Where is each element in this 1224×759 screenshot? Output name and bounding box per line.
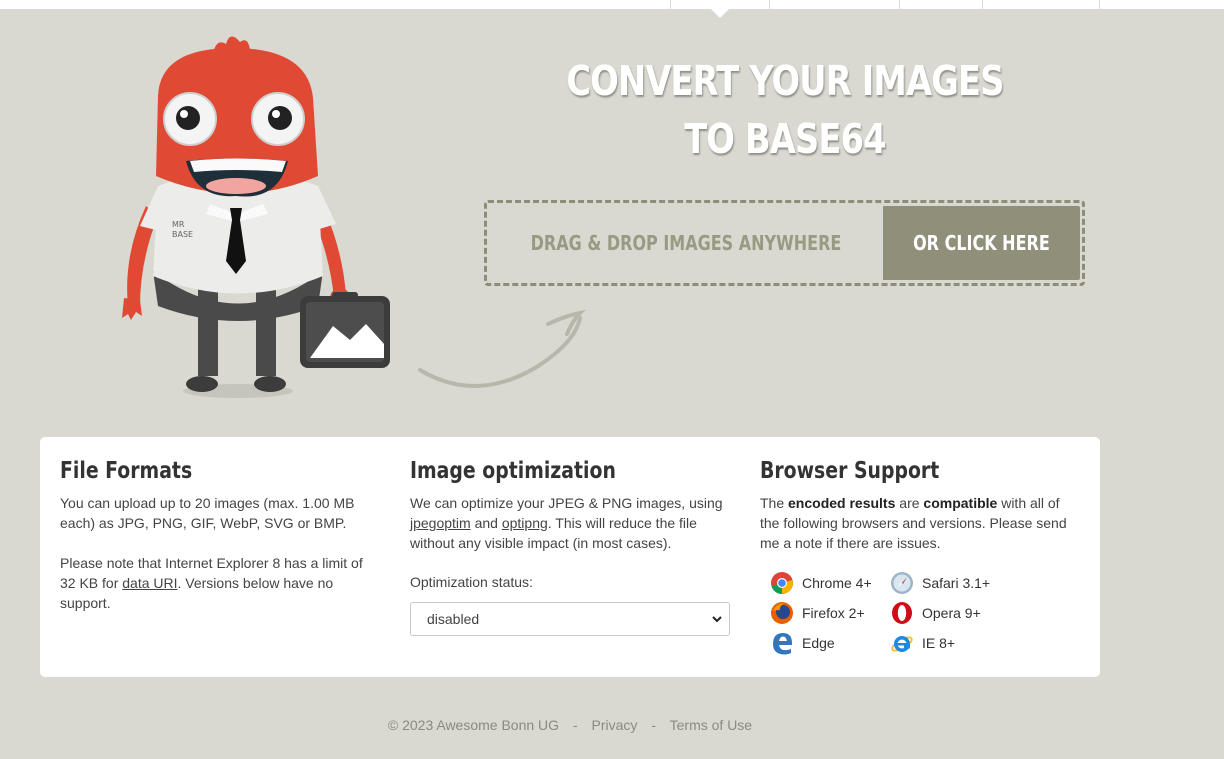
browser-support-text: The encoded results are compatible with …	[760, 495, 1067, 551]
hero-title-line1: CONVERT YOUR IMAGES	[566, 57, 1004, 105]
terms-link[interactable]: Terms of Use	[670, 717, 752, 733]
hero-title: CONVERT YOUR IMAGES TO BASE64	[539, 52, 1031, 168]
nav-tab[interactable]	[899, 0, 983, 9]
active-tab-notch	[711, 9, 729, 18]
browser-name: Edge	[802, 635, 835, 651]
file-formats-text: You can upload up to 20 images (max. 1.0…	[60, 495, 355, 531]
image-optimization-section: Image optimization We can optimize your …	[410, 457, 730, 636]
footer-separator: -	[651, 717, 656, 733]
footer-separator: -	[572, 717, 578, 733]
upload-button-label: OR CLICK HERE	[913, 231, 1050, 255]
browser-item-opera: Opera 9+	[890, 601, 981, 625]
safari-icon	[891, 572, 913, 594]
copyright-text: © 2023 Awesome Bonn UG	[387, 717, 560, 733]
browser-item-edge: Edge	[770, 631, 835, 655]
mascot-shirt-text: BASE	[172, 230, 193, 239]
nav-tab[interactable]	[982, 0, 1100, 9]
footer: © 2023 Awesome Bonn UG - Privacy - Terms…	[40, 717, 1100, 733]
mascot-illustration: MR BASE	[122, 36, 390, 398]
hero-title-line2: TO BASE64	[684, 115, 886, 163]
opera-icon	[892, 602, 912, 624]
file-formats-heading: File Formats	[60, 458, 193, 484]
browser-item-ie: IE 8+	[890, 631, 955, 655]
file-formats-section: File Formats You can upload up to 20 ima…	[60, 457, 370, 613]
browser-name: Firefox 2+	[802, 605, 865, 621]
firefox-icon	[771, 602, 793, 624]
image-optimization-heading: Image optimization	[410, 458, 616, 484]
jpegoptim-link[interactable]: jpegoptim	[410, 515, 471, 531]
browser-support-heading: Browser Support	[760, 458, 940, 484]
info-panel: File Formats You can upload up to 20 ima…	[40, 437, 1100, 677]
optipng-link[interactable]: optipng	[502, 515, 548, 531]
image-dropzone[interactable]: DRAG & DROP IMAGES ANYWHERE OR CLICK HER…	[484, 200, 1085, 286]
edge-icon	[773, 633, 792, 655]
browser-item-safari: Safari 3.1+	[890, 571, 990, 595]
browser-name: Chrome 4+	[802, 575, 872, 591]
browser-list: Chrome 4+ Safari 3.1+ Firefox 2+ Opera 9…	[760, 571, 1080, 671]
optimization-status-label: Optimization status:	[410, 574, 533, 590]
dropzone-label: DRAG & DROP IMAGES ANYWHERE	[530, 231, 842, 255]
optimization-status-value: disabled	[427, 611, 480, 627]
nav-tab[interactable]	[769, 0, 900, 9]
browser-item-firefox: Firefox 2+	[770, 601, 865, 625]
ie-icon	[891, 636, 913, 652]
mascot-shirt-text: MR	[172, 220, 185, 229]
nav-tab-active[interactable]	[670, 0, 770, 9]
browser-support-section: Browser Support The encoded results are …	[760, 457, 1080, 671]
privacy-link[interactable]: Privacy	[592, 717, 638, 733]
upload-click-button[interactable]: OR CLICK HERE	[883, 206, 1080, 280]
curved-arrow-decoration	[418, 309, 587, 388]
data-uri-link[interactable]: data URI	[122, 575, 177, 591]
browser-name: Safari 3.1+	[922, 575, 991, 591]
browser-name: Opera 9+	[922, 605, 981, 621]
optimization-text: We can optimize your JPEG & PNG images, …	[410, 495, 723, 551]
top-nav	[0, 0, 1224, 18]
ie8-note: Please note that Internet Explorer 8 has…	[60, 555, 363, 611]
browser-name: IE 8+	[922, 635, 956, 651]
chrome-icon	[771, 572, 793, 594]
browser-item-chrome: Chrome 4+	[770, 571, 872, 595]
chevron-down-icon	[712, 616, 722, 623]
optimization-status-select[interactable]: disabled	[410, 602, 730, 636]
